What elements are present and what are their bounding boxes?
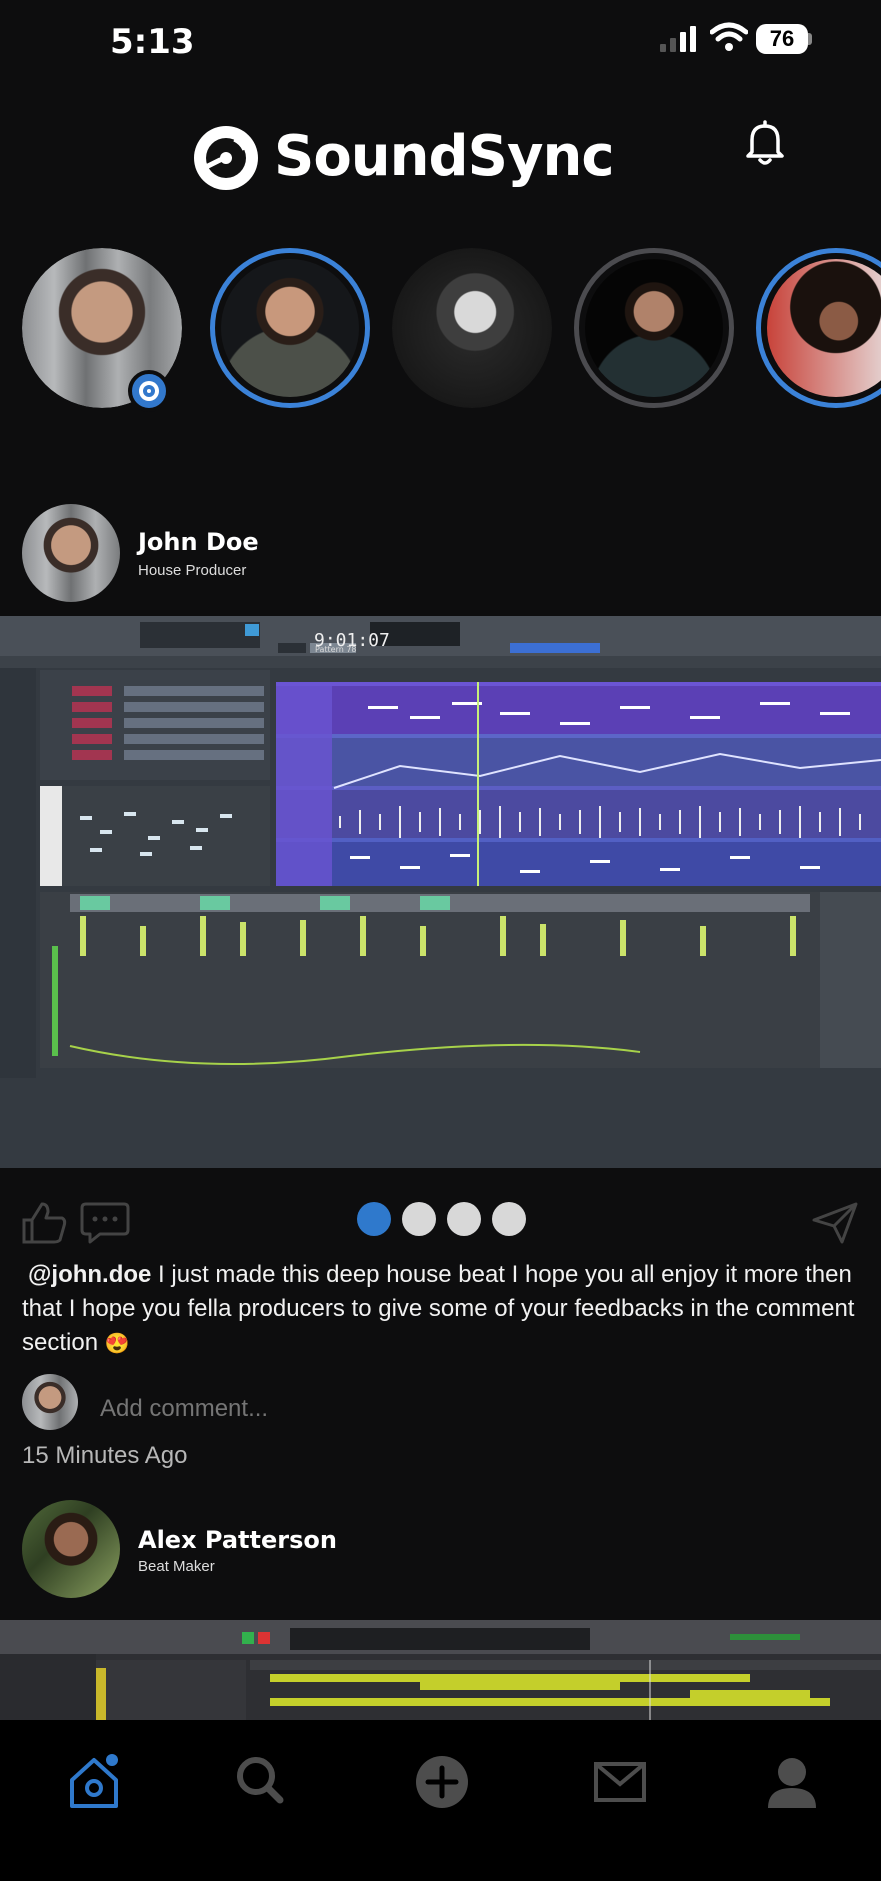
signal-icon xyxy=(660,24,698,52)
story-avatar-2[interactable] xyxy=(210,248,370,408)
tab-home-icon[interactable] xyxy=(62,1750,126,1814)
heart-eyes-emoji: 😍 xyxy=(104,1333,130,1355)
tab-messages-icon[interactable] xyxy=(588,1750,652,1814)
tab-search-icon[interactable] xyxy=(228,1750,292,1814)
like-icon[interactable] xyxy=(20,1200,68,1246)
post-author-role-2: Beat Maker xyxy=(138,1558,215,1575)
battery-indicator: 76 xyxy=(756,24,808,54)
carousel-dot-4[interactable] xyxy=(492,1202,526,1236)
post-timestamp: 15 Minutes Ago xyxy=(22,1442,188,1469)
post-author-name[interactable]: John Doe xyxy=(138,528,259,556)
story-avatar-5[interactable] xyxy=(756,248,881,408)
author-handle[interactable]: @john.doe xyxy=(28,1261,151,1288)
bell-icon[interactable] xyxy=(740,118,790,168)
post-author-avatar-2[interactable] xyxy=(22,1500,120,1598)
carousel-dot-2[interactable] xyxy=(402,1202,436,1236)
carousel-dot-3[interactable] xyxy=(447,1202,481,1236)
tab-create-icon[interactable] xyxy=(410,1750,474,1814)
app-title: SoundSync xyxy=(274,124,615,189)
story-avatar-4[interactable] xyxy=(574,248,734,408)
status-time: 5:13 xyxy=(110,22,195,62)
post-author-name-2[interactable]: Alex Patterson xyxy=(138,1526,337,1554)
post-image-2[interactable] xyxy=(0,1620,881,1720)
tab-profile-icon[interactable] xyxy=(760,1750,824,1814)
share-icon[interactable] xyxy=(810,1200,860,1246)
post-author-role: House Producer xyxy=(138,562,247,579)
battery-tip xyxy=(808,33,812,45)
disc-badge-icon xyxy=(128,370,170,412)
commenter-avatar xyxy=(22,1374,78,1430)
wifi-icon xyxy=(710,22,748,51)
comment-icon[interactable] xyxy=(80,1200,130,1246)
story-avatar-3[interactable] xyxy=(392,248,552,408)
post-caption: @john.doe I just made this deep house be… xyxy=(22,1258,862,1361)
post-author-avatar[interactable] xyxy=(22,504,120,602)
pattern-label: Pattern 78 xyxy=(315,645,357,654)
add-comment-input[interactable] xyxy=(98,1394,702,1424)
carousel-dot-1[interactable] xyxy=(357,1202,391,1236)
post-image[interactable]: 9:01:07 Pattern 78 xyxy=(0,616,881,1168)
logo-icon xyxy=(194,126,258,190)
